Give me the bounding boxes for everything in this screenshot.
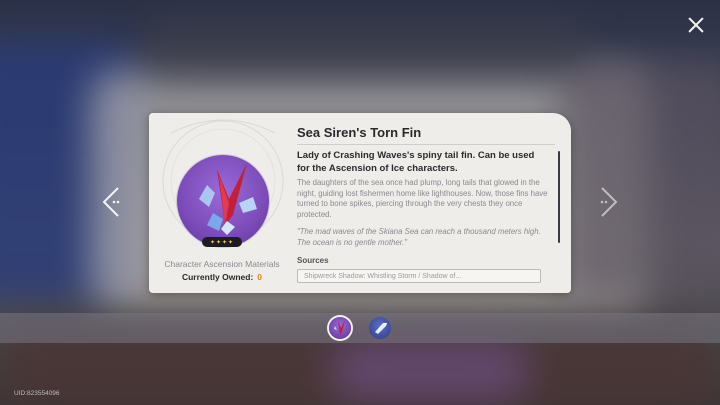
- close-icon[interactable]: [686, 15, 706, 35]
- item-thumbnail-selected[interactable]: [329, 317, 351, 339]
- item-lore: The daughters of the sea once had plump,…: [297, 178, 548, 219]
- fin-icon: [334, 320, 345, 335]
- sources-label: Sources: [297, 256, 329, 265]
- rarity-stars: ✦✦✦✦: [202, 237, 242, 247]
- item-carousel: [0, 313, 720, 343]
- item-details-scroll[interactable]: Lady of Crashing Waves's spiny tail fin.…: [297, 149, 549, 293]
- owned-label: Currently Owned:: [181, 272, 254, 282]
- chevron-right-icon[interactable]: [592, 186, 622, 218]
- item-icon: [177, 155, 269, 247]
- item-quote: "The mad waves of the Skiana Sea can rea…: [297, 227, 541, 247]
- item-description: Lady of Crashing Waves's spiny tail fin.…: [297, 150, 535, 174]
- item-detail-card: ✦✦✦✦ Character Ascension Materials Curre…: [149, 113, 571, 293]
- chevron-left-icon[interactable]: [98, 186, 128, 218]
- owned-count-row: Currently Owned: 0: [149, 272, 295, 282]
- item-category: Character Ascension Materials: [164, 259, 280, 269]
- item-info-pane: Sea Siren's Torn Fin Lady of Crashing Wa…: [297, 113, 559, 293]
- item-preview-pane: ✦✦✦✦ Character Ascension Materials Curre…: [149, 113, 295, 293]
- crystal-icon: [375, 323, 387, 334]
- scrollbar[interactable]: [558, 151, 560, 243]
- owned-count: 0: [257, 272, 263, 282]
- fin-icon: [199, 163, 257, 235]
- player-uid: UID:823554096: [14, 390, 60, 397]
- title-divider: [297, 144, 555, 145]
- item-title: Sea Siren's Torn Fin: [297, 125, 422, 140]
- source-entry[interactable]: Shipwreck Shadow: Whistling Storm / Shad…: [297, 269, 541, 283]
- item-thumbnail[interactable]: [369, 317, 391, 339]
